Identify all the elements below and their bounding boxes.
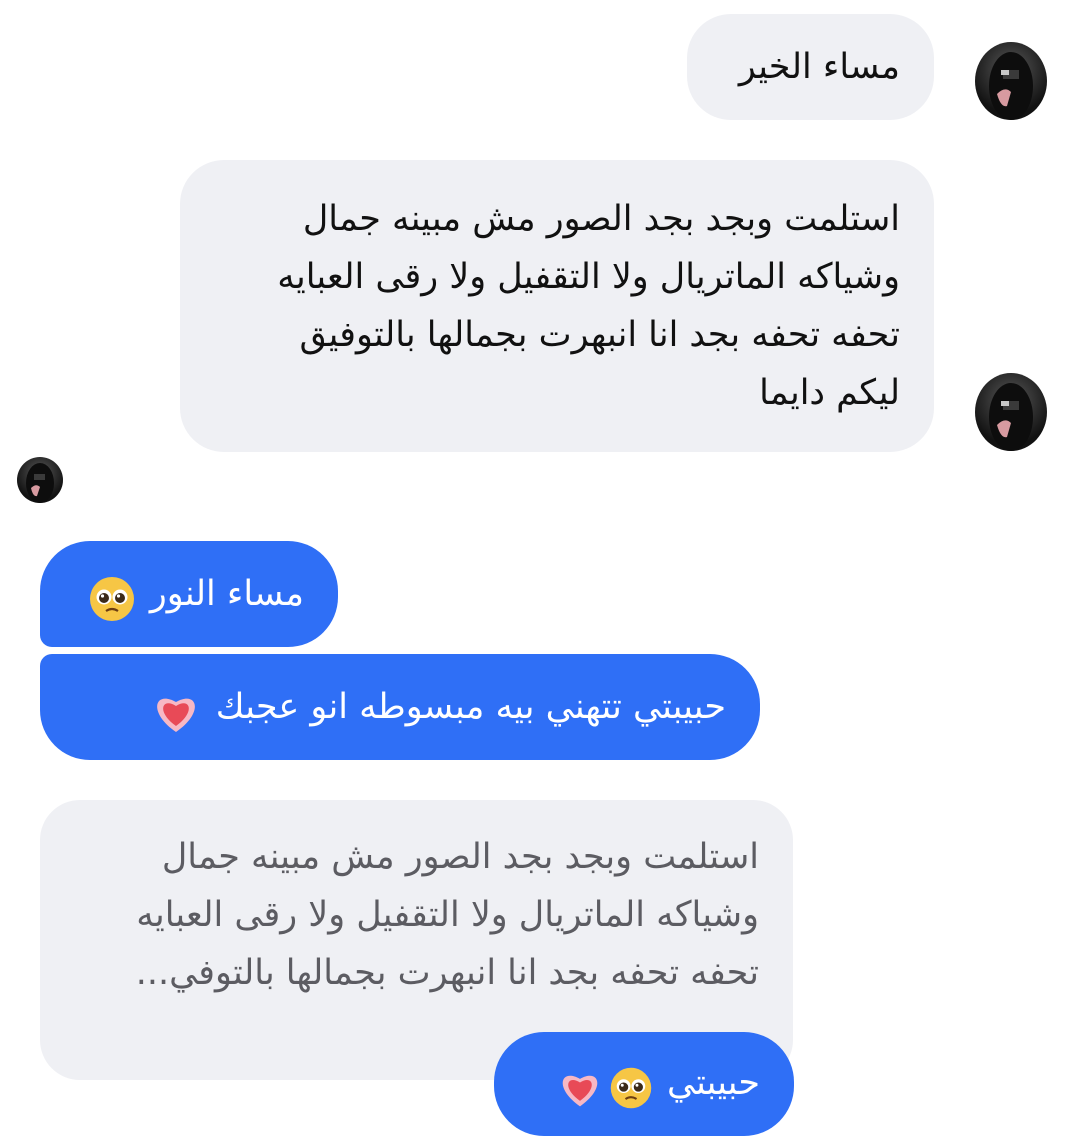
- quoted-line: تحفه تحفه بجد انا انبهرت بجمالها بالتوفي…: [135, 953, 759, 993]
- quoted-line: وشياكه الماتريال ولا التقفيل ولا رقى الع…: [136, 895, 759, 935]
- sent-message[interactable]: مساء النور: [40, 541, 338, 647]
- message-text: مساء الخير: [738, 47, 900, 87]
- contact-avatar[interactable]: [975, 42, 1047, 120]
- pleading-face-emoji: [608, 1065, 654, 1115]
- heart-emoji: [151, 688, 201, 740]
- pleading-face-emoji: [87, 574, 137, 628]
- heart-emoji: [557, 1066, 603, 1114]
- message-line: ليكم دايما: [759, 373, 900, 413]
- message-text: حبيبتي تتهني بيه مبسوطه انو عجبك: [215, 687, 726, 727]
- sent-message[interactable]: حبيبتي تتهني بيه مبسوطه انو عجبك: [40, 654, 760, 760]
- received-message[interactable]: مساء الخير: [687, 14, 934, 120]
- message-text: مساء النور: [149, 574, 304, 614]
- message-line: وشياكه الماتريال ولا التقفيل ولا رقى الع…: [277, 257, 900, 297]
- quoted-line: استلمت وبجد بجد الصور مش مبينه جمال: [161, 837, 759, 877]
- reply-message[interactable]: حبيبتي: [494, 1032, 794, 1136]
- message-text: حبيبتي: [666, 1063, 760, 1103]
- received-message[interactable]: استلمت وبجد بجد الصور مش مبينه جمال وشيا…: [180, 160, 934, 452]
- message-line: استلمت وبجد بجد الصور مش مبينه جمال: [302, 199, 900, 239]
- seen-avatar: [17, 457, 63, 503]
- message-line: تحفه تحفه بجد انا انبهرت بجمالها بالتوفي…: [299, 315, 900, 355]
- contact-avatar[interactable]: [975, 373, 1047, 451]
